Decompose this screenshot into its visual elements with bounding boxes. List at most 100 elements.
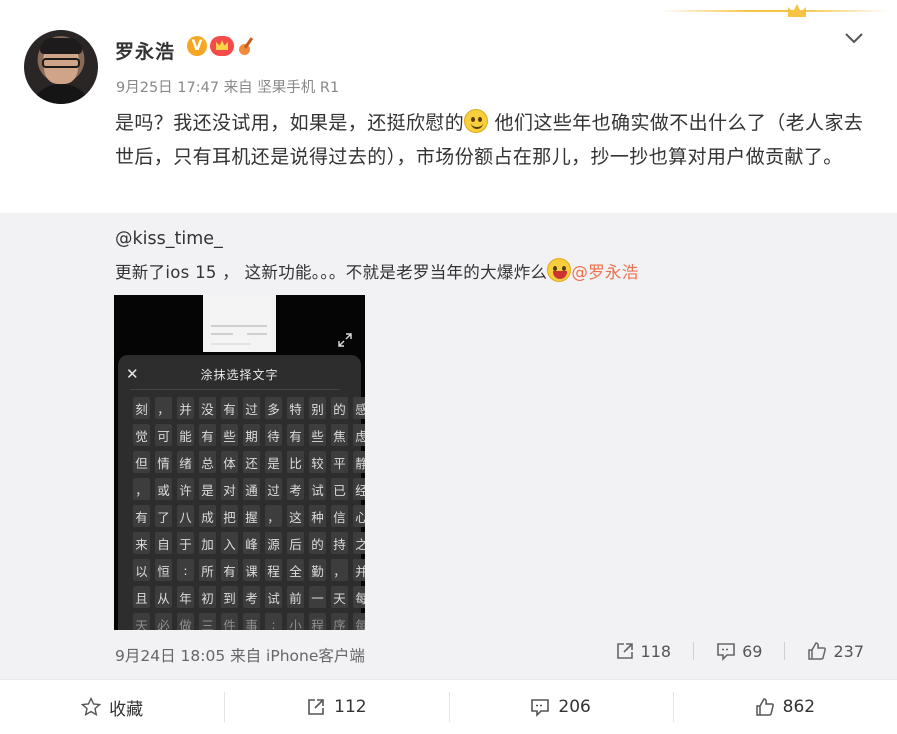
char-cell[interactable]: 是 [199, 478, 216, 500]
char-cell[interactable]: 件 [221, 613, 238, 630]
char-cell[interactable]: : [265, 613, 282, 630]
char-cell[interactable]: 程 [265, 559, 282, 581]
char-cell[interactable]: 到 [221, 586, 238, 608]
char-cell[interactable]: 三 [199, 613, 216, 630]
char-cell[interactable]: 自 [155, 532, 172, 554]
char-cell[interactable]: 的 [331, 397, 348, 419]
char-cell[interactable]: 情 [155, 451, 172, 473]
char-cell[interactable]: 初 [199, 586, 216, 608]
char-cell[interactable]: 所 [199, 559, 216, 581]
char-cell[interactable]: 些 [309, 424, 326, 446]
chevron-down-icon[interactable] [842, 28, 866, 48]
avatar[interactable] [24, 30, 98, 104]
char-cell[interactable]: 待 [265, 424, 282, 446]
char-cell[interactable]: 平 [331, 451, 348, 473]
char-cell[interactable]: ， [155, 397, 172, 419]
char-cell[interactable]: 通 [243, 478, 260, 500]
char-cell[interactable]: 恒 [155, 559, 172, 581]
char-cell[interactable]: 别 [309, 397, 326, 419]
char-cell[interactable]: 来 [133, 532, 150, 554]
char-cell[interactable]: 且 [133, 586, 150, 608]
char-cell[interactable]: 特 [287, 397, 304, 419]
char-cell[interactable]: : [177, 559, 194, 581]
char-cell[interactable]: 绪 [177, 451, 194, 473]
char-cell[interactable]: 程 [309, 613, 326, 630]
repost-username[interactable]: @kiss_time_ [115, 229, 223, 249]
char-cell[interactable]: ， [133, 478, 150, 500]
verified-v-icon[interactable]: V [187, 36, 207, 56]
repost-image[interactable]: ✕ 涂抹选择文字 刻，并没有过多特别的感觉可能有些期待有些焦虑但情绪总体还是比较… [114, 295, 365, 630]
vip-crown-icon[interactable] [210, 36, 234, 56]
repost-time[interactable]: 9月24日 18:05 [115, 647, 225, 665]
char-cell[interactable]: 种 [309, 505, 326, 527]
char-cell[interactable]: 天 [133, 613, 150, 630]
char-cell[interactable]: 体 [221, 451, 238, 473]
char-cell[interactable]: 试 [265, 586, 282, 608]
char-cell[interactable]: 事 [243, 613, 260, 630]
char-cell[interactable]: 已 [331, 478, 348, 500]
char-cell[interactable]: 但 [133, 451, 150, 473]
guitar-icon[interactable] [237, 36, 255, 56]
char-cell[interactable]: 并 [353, 559, 365, 581]
char-cell[interactable]: 之 [353, 532, 365, 554]
char-cell[interactable]: 还 [243, 451, 260, 473]
favorite-button[interactable]: 收藏 [0, 680, 224, 734]
char-cell[interactable]: 全 [287, 559, 304, 581]
repost-forward-button[interactable]: 118 [615, 641, 671, 661]
char-cell[interactable]: 于 [177, 532, 194, 554]
char-cell[interactable]: ， [265, 505, 282, 527]
char-cell[interactable]: 有 [221, 559, 238, 581]
char-cell[interactable]: 许 [177, 478, 194, 500]
char-cell[interactable]: 能 [177, 424, 194, 446]
char-cell[interactable]: 有 [287, 424, 304, 446]
char-cell[interactable]: 刻 [133, 397, 150, 419]
char-cell[interactable]: 八 [177, 505, 194, 527]
char-cell[interactable]: 期 [243, 424, 260, 446]
char-cell[interactable]: 有 [221, 397, 238, 419]
char-cell[interactable]: 持 [331, 532, 348, 554]
char-cell[interactable]: 每 [353, 586, 365, 608]
comment-button[interactable]: 206 [448, 680, 673, 734]
char-cell[interactable]: 焦 [331, 424, 348, 446]
char-cell[interactable]: 入 [221, 532, 238, 554]
char-cell[interactable]: 信 [331, 505, 348, 527]
post-username[interactable]: 罗永浩 [115, 37, 175, 64]
char-cell[interactable]: 心 [353, 505, 365, 527]
char-cell[interactable]: 试 [309, 478, 326, 500]
char-cell[interactable]: 过 [265, 478, 282, 500]
char-cell[interactable]: 峰 [243, 532, 260, 554]
mention-link[interactable]: @罗永浩 [571, 263, 638, 282]
char-cell[interactable]: 考 [243, 586, 260, 608]
char-cell[interactable]: 必 [155, 613, 172, 630]
char-cell[interactable]: 有 [133, 505, 150, 527]
char-cell[interactable]: 从 [155, 586, 172, 608]
char-cell[interactable]: ， [331, 559, 348, 581]
expand-icon[interactable] [338, 333, 352, 347]
char-cell[interactable]: 有 [199, 424, 216, 446]
char-cell[interactable]: 虑 [353, 424, 365, 446]
char-cell[interactable]: 后 [287, 532, 304, 554]
char-cell[interactable]: 或 [155, 478, 172, 500]
char-cell[interactable]: 前 [287, 586, 304, 608]
like-button[interactable]: 862 [672, 680, 897, 734]
char-cell[interactable]: 比 [287, 451, 304, 473]
char-cell[interactable]: 可 [155, 424, 172, 446]
char-cell[interactable]: 较 [309, 451, 326, 473]
char-cell[interactable]: 每 [353, 613, 365, 630]
char-cell[interactable]: 源 [265, 532, 282, 554]
char-cell[interactable]: 是 [265, 451, 282, 473]
char-cell[interactable]: 感 [353, 397, 365, 419]
char-cell[interactable]: 经 [353, 478, 365, 500]
char-cell[interactable]: 把 [221, 505, 238, 527]
forward-button[interactable]: 112 [224, 680, 448, 734]
char-cell[interactable]: 加 [199, 532, 216, 554]
char-cell[interactable]: 考 [287, 478, 304, 500]
char-cell[interactable]: 并 [177, 397, 194, 419]
char-cell[interactable]: 勤 [309, 559, 326, 581]
char-cell[interactable]: 对 [221, 478, 238, 500]
char-cell[interactable]: 过 [243, 397, 260, 419]
char-cell[interactable]: 一 [309, 586, 326, 608]
char-cell[interactable]: 成 [199, 505, 216, 527]
char-cell[interactable]: 总 [199, 451, 216, 473]
char-cell[interactable]: 的 [309, 532, 326, 554]
